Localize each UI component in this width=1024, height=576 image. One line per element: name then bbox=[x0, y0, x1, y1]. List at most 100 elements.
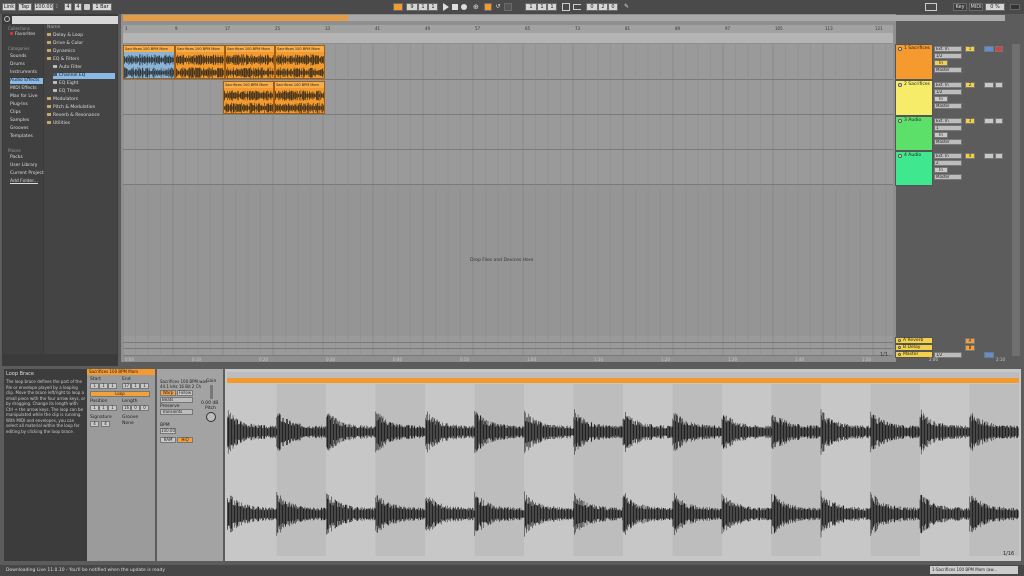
master-track[interactable]: Master bbox=[895, 351, 933, 358]
audio-clip[interactable]: Sacrifices 100 BPM Mom bbox=[225, 45, 275, 79]
audio-clip[interactable]: Sacrifices 100 BPM Mom bbox=[223, 81, 274, 114]
sidebar-item-sounds[interactable]: Sounds bbox=[10, 54, 43, 60]
signature-denominator[interactable]: 4 bbox=[74, 3, 82, 11]
track-activator-icon[interactable] bbox=[898, 118, 902, 123]
sidebar-item-instruments[interactable]: Instruments bbox=[10, 70, 43, 76]
loop-start-bars[interactable]: 1 bbox=[525, 3, 537, 11]
sidebar-item-clips[interactable]: Clips bbox=[10, 110, 43, 116]
loop-start-beats[interactable]: 1 bbox=[537, 3, 547, 11]
song-position-sixteenths[interactable]: 1 bbox=[428, 3, 438, 11]
groove-chooser[interactable]: None bbox=[122, 421, 134, 426]
track-activator-icon[interactable] bbox=[898, 46, 902, 51]
device-channel-eq[interactable]: Channel EQ bbox=[53, 73, 115, 79]
input-type-chooser[interactable]: Ext. In bbox=[934, 82, 962, 88]
track-activator-button[interactable]: 1 bbox=[965, 46, 975, 52]
hiq-button[interactable]: HiQ bbox=[177, 437, 193, 443]
follow-button[interactable] bbox=[393, 3, 403, 11]
output-chooser[interactable]: Master bbox=[934, 139, 962, 145]
stop-icon[interactable] bbox=[452, 4, 458, 10]
metronome-icon[interactable]: ⁝ bbox=[56, 4, 62, 10]
track-activator-button[interactable]: 3 bbox=[965, 118, 975, 124]
folder-delay-loop[interactable]: Delay & Loop bbox=[47, 33, 83, 39]
audio-clip[interactable]: Sacrifices 100 BPM Mom bbox=[123, 45, 175, 79]
signature-numerator[interactable]: 4 bbox=[90, 421, 99, 427]
position-bars[interactable]: 1 bbox=[90, 405, 99, 411]
input-type-chooser[interactable]: Ext. In bbox=[934, 118, 962, 124]
end-sixteenths[interactable]: 1 bbox=[140, 383, 149, 389]
start-beats[interactable]: 1 bbox=[99, 383, 108, 389]
preserve-chooser[interactable]: Transients bbox=[160, 409, 193, 415]
punch-in-icon[interactable] bbox=[573, 4, 581, 10]
link-button[interactable]: Link bbox=[2, 3, 16, 11]
device-auto-filter[interactable]: Auto Filter bbox=[53, 65, 82, 71]
loop-length-bars[interactable]: 0 bbox=[586, 3, 598, 11]
beat-time-ruler[interactable]: 1 9 17 25 33 41 49 57 65 73 81 89 97 105 113 121 bbox=[123, 25, 893, 33]
song-position-bars[interactable]: 9 bbox=[406, 3, 418, 11]
clip-name-header[interactable]: Sacrifices 100 BPM Mom bbox=[87, 369, 155, 375]
track-name[interactable]: 1 Sacrifices bbox=[904, 46, 930, 51]
sidebar-item-drums[interactable]: Drums bbox=[10, 62, 43, 68]
track-name[interactable]: 4 Audio bbox=[904, 153, 921, 158]
folder-pitch-modulation[interactable]: Pitch & Modulation bbox=[47, 105, 95, 111]
audio-clip[interactable]: Sacrifices 100 BPM Mom bbox=[274, 81, 325, 114]
monitor-in-button[interactable]: In bbox=[934, 96, 948, 102]
arm-button[interactable] bbox=[995, 118, 1003, 124]
warp-mode-chooser[interactable]: Beats bbox=[160, 397, 193, 403]
loop-length-beats[interactable]: 2 bbox=[598, 3, 608, 11]
return-track-a[interactable]: A Reverb bbox=[895, 337, 933, 344]
output-chooser[interactable]: Master bbox=[934, 103, 962, 109]
sidebar-item-add-folder[interactable]: Add Folder... bbox=[10, 179, 43, 185]
tap-button[interactable]: Tap bbox=[18, 3, 32, 11]
loop-length-sixteenths[interactable]: 0 bbox=[608, 3, 618, 11]
computer-keyboard-icon[interactable] bbox=[925, 3, 937, 11]
loop-brace[interactable] bbox=[227, 378, 1019, 383]
output-chooser[interactable]: Master bbox=[934, 67, 962, 73]
signature-denominator[interactable]: 4 bbox=[101, 421, 110, 427]
session-record-icon[interactable] bbox=[504, 3, 512, 11]
sidebar-item-audio-effects[interactable]: Audio Effects bbox=[10, 78, 43, 84]
overdub-icon[interactable]: ⊕ bbox=[473, 3, 481, 11]
solo-button[interactable] bbox=[984, 153, 994, 159]
solo-button[interactable] bbox=[984, 82, 994, 88]
track-activator-icon[interactable] bbox=[898, 346, 901, 349]
arm-button[interactable] bbox=[995, 82, 1003, 88]
quantize-menu[interactable]: 1 Bar bbox=[92, 3, 112, 11]
monitor-in-button[interactable]: In bbox=[934, 132, 948, 138]
sidebar-item-midi-effects[interactable]: MIDI Effects bbox=[10, 86, 43, 92]
sidebar-item-packs[interactable]: Packs bbox=[10, 155, 43, 161]
name-column-header[interactable]: Name bbox=[47, 25, 60, 31]
follow-button[interactable]: Follow bbox=[177, 390, 193, 396]
track-header-4[interactable]: 4 Audio bbox=[895, 151, 933, 186]
output-chooser[interactable]: Master bbox=[934, 174, 962, 180]
track-activator-icon[interactable] bbox=[898, 353, 901, 356]
sidebar-item-grooves[interactable]: Grooves bbox=[10, 126, 43, 132]
play-icon[interactable] bbox=[443, 3, 449, 11]
input-type-chooser[interactable]: Ext. In bbox=[934, 153, 962, 159]
track-activator-button[interactable]: 4 bbox=[965, 153, 975, 159]
ram-button[interactable]: RAM bbox=[160, 437, 176, 443]
record-icon[interactable] bbox=[461, 4, 467, 10]
loop-start-sixteenths[interactable]: 1 bbox=[547, 3, 557, 11]
device-eq-three[interactable]: EQ Three bbox=[53, 89, 80, 95]
input-channel-chooser[interactable]: 1/2 bbox=[934, 89, 962, 95]
input-channel-chooser[interactable]: 2 bbox=[934, 160, 962, 166]
gain-slider[interactable] bbox=[210, 385, 213, 399]
return-a-button[interactable]: A bbox=[965, 338, 975, 344]
input-channel-chooser[interactable]: 1 bbox=[934, 125, 962, 131]
loop-button[interactable]: Loop bbox=[90, 391, 150, 397]
monitor-in-button[interactable]: In bbox=[934, 167, 948, 173]
track-name[interactable]: 2 Sacrifices bbox=[904, 82, 930, 87]
warp-button[interactable]: Warp bbox=[160, 390, 176, 396]
track-name[interactable]: A Reverb bbox=[903, 338, 923, 343]
arm-button[interactable] bbox=[995, 46, 1003, 52]
metronome-toggle-icon[interactable] bbox=[84, 4, 90, 10]
track-activator-button[interactable]: 2 bbox=[965, 82, 975, 88]
folder-modulators[interactable]: Modulators bbox=[47, 97, 78, 103]
length-bars[interactable]: 16 bbox=[122, 405, 131, 411]
device-eq-eight[interactable]: EQ Eight bbox=[53, 81, 78, 87]
folder-reverb-resonance[interactable]: Reverb & Resonance bbox=[47, 113, 100, 119]
track-header-3[interactable]: 3 Audio bbox=[895, 116, 933, 151]
position-beats[interactable]: 1 bbox=[99, 405, 108, 411]
folder-utilities[interactable]: Utilities bbox=[47, 121, 70, 127]
track-name[interactable]: Master bbox=[903, 352, 918, 357]
